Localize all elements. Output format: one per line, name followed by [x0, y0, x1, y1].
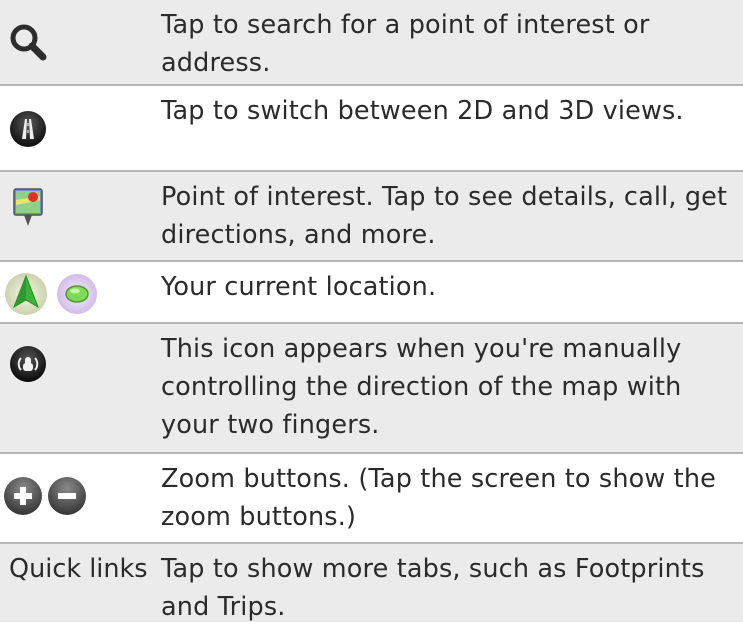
- row-description: Tap to show more tabs, such as Footprint…: [161, 554, 705, 622]
- point-of-interest-icon: [13, 188, 43, 226]
- row-description: Your current location.: [161, 272, 437, 302]
- row-description: Point of interest. Tap to see details, c…: [161, 182, 728, 250]
- icon-cell: [0, 454, 160, 542]
- current-location-icon: [5, 273, 97, 315]
- icon-cell: [0, 172, 160, 260]
- legend-row-point-of-interest: Point of interest. Tap to see details, c…: [0, 172, 743, 262]
- icon-legend-table: Tap to search for a point of interest or…: [0, 0, 743, 622]
- icon-cell: [0, 86, 160, 170]
- icon-cell: Quick links: [0, 544, 160, 622]
- legend-row-current-location: Your current location.: [0, 262, 743, 324]
- quick-links-label: Quick links: [9, 554, 148, 584]
- legend-row-2d-3d: Tap to switch between 2D and 3D views.: [0, 86, 743, 172]
- legend-row-manual-direction: This icon appears when you're manually c…: [0, 324, 743, 454]
- icon-cell: [0, 324, 160, 452]
- zoom-buttons-icon: [4, 477, 86, 515]
- row-description: Zoom buttons. (Tap the screen to show th…: [161, 464, 716, 532]
- legend-row-quick-links: Quick links Tap to show more tabs, such …: [0, 544, 743, 622]
- legend-row-zoom-buttons: Zoom buttons. (Tap the screen to show th…: [0, 454, 743, 544]
- row-description: Tap to search for a point of interest or…: [161, 10, 650, 78]
- 2d-3d-view-icon: [10, 111, 46, 147]
- row-description: Tap to switch between 2D and 3D views.: [161, 96, 684, 126]
- icon-cell: [0, 262, 160, 322]
- row-description: This icon appears when you're manually c…: [161, 334, 682, 440]
- manual-direction-icon: [10, 346, 46, 382]
- icon-cell: [0, 0, 160, 84]
- search-icon: [10, 24, 47, 61]
- legend-row-search: Tap to search for a point of interest or…: [0, 0, 743, 86]
